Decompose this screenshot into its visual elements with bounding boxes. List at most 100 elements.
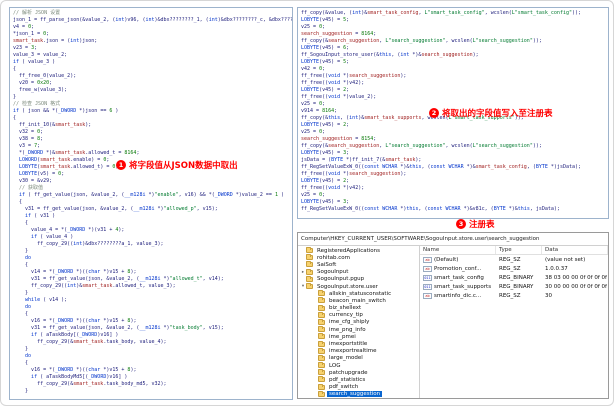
- code-line: ff_RegSetValueExW_0((const WCHAR *)this,…: [301, 206, 560, 212]
- registry-editor-window: Computer\HKEY_CURRENT_USER\SOFTWARE\Sogo…: [297, 232, 609, 399]
- registry-value-row[interactable]: ab Promotion_conf... REG_SZ 1.0.0.37: [420, 264, 608, 273]
- code-line: ff_init_10(&smart_task);: [13, 122, 92, 128]
- registry-key-label: LOG: [329, 362, 341, 369]
- code-line: }: [13, 346, 29, 352]
- folder-icon: [318, 304, 325, 311]
- registry-tree-item[interactable]: SaiSoft: [298, 261, 419, 268]
- code-line: v14 = *(_DWORD *)((char *)v15 + 8);: [13, 269, 137, 275]
- value-name: smart_task_config: [434, 274, 484, 281]
- annotation-3-text: 注册表: [469, 220, 495, 230]
- registry-tree-item[interactable]: ime_png_info: [298, 326, 419, 333]
- code-line: ff_copy_29((int)&smart_task.allowed_t, v…: [13, 283, 176, 289]
- registry-tree-item[interactable]: ▾ SogouInput.store.user: [298, 283, 419, 290]
- code-line: LOBYTE(v45) = 5;: [301, 59, 350, 65]
- code-line: jsData = (BYTE *)ff_init_7(&smart_task);: [301, 157, 422, 163]
- registry-tree-item[interactable]: allskin_statusconstatic: [298, 290, 419, 297]
- code-line: // 获取值: [13, 185, 44, 191]
- folder-icon: [318, 390, 325, 397]
- code-line: if ( value_3 ): [13, 59, 56, 65]
- folder-icon: [306, 268, 313, 275]
- registry-values-pane: Name Type Data ab (Default) REG_SZ (value n…: [420, 246, 608, 398]
- code-line: v31 = ff_get_value(json, &value_2, (__m1…: [13, 276, 224, 282]
- column-header-type[interactable]: Type: [496, 246, 542, 254]
- code-line: ff_copy_29(&smart_task.task_body, value_…: [13, 339, 167, 345]
- code-line: v31 = ff_get_value(json, &value_2, (__m1…: [13, 206, 218, 212]
- code-line: }: [13, 94, 17, 100]
- registry-tree-item[interactable]: RegisteredApplications: [298, 247, 419, 254]
- reg-binary-icon: 011: [423, 283, 432, 290]
- registry-tree-item[interactable]: search_suggestion: [298, 390, 419, 398]
- annotation-3-number-icon: 3: [456, 219, 466, 229]
- annotation-1-number-icon: 1: [116, 160, 126, 170]
- code-line: {: [13, 199, 23, 205]
- registry-key-label: ime_cfg_shiply: [329, 319, 370, 326]
- registry-value-row[interactable]: 011 smart_task_config REG_BINARY 38 03 00 0…: [420, 273, 608, 282]
- registry-tree-item[interactable]: imexportrealtime: [298, 347, 419, 355]
- code-line: ff_copy_29(&smart_task.task_body_md5, v3…: [13, 381, 167, 387]
- registry-tree-item[interactable]: pdf_statistics: [298, 376, 419, 383]
- annotation-registry-label: 3 注册表: [456, 218, 495, 230]
- registry-key-label: large_model: [329, 355, 363, 362]
- code-line: search_suggestion = 8164;: [301, 31, 377, 37]
- code-line: v16 = *(_DWORD *)((char *)v15 + 8);: [13, 318, 137, 324]
- code-line: LOBYTE(v45) = 2;: [301, 87, 350, 93]
- registry-key-label: imexportstitle: [329, 341, 368, 348]
- registry-tree-item[interactable]: LOG: [298, 362, 419, 369]
- code-line: {: [13, 262, 29, 268]
- registry-tree-item[interactable]: patchupgrade: [298, 369, 419, 376]
- registry-value-row[interactable]: 011 smart_task_supports REG_BINARY 30 00 00…: [420, 282, 608, 291]
- code-line: v38 = 8;: [13, 136, 44, 142]
- value-name: (Default): [434, 256, 459, 263]
- registry-tree-item[interactable]: beacon_main_switch: [298, 297, 419, 304]
- registry-key-label: imexportrealtime: [329, 348, 377, 355]
- code-line: if ( value_4 ): [13, 234, 74, 240]
- code-line: {: [13, 220, 29, 226]
- column-header-name[interactable]: Name: [420, 246, 496, 254]
- code-line: LOBYTE(v45) = 2;: [301, 122, 350, 128]
- registry-tree-item[interactable]: ▸ SogouInput: [298, 268, 419, 276]
- folder-icon: [318, 297, 325, 304]
- registry-address-bar[interactable]: Computer\HKEY_CURRENT_USER\SOFTWARE\Sogo…: [298, 233, 608, 246]
- folder-icon: [318, 376, 325, 383]
- code-line: LOBYTE(v45) = 2;: [301, 178, 350, 184]
- code-line: LOBYTE(v45) = 3;: [301, 150, 350, 156]
- registry-column-headers: Name Type Data: [420, 246, 608, 255]
- code-line: v23 = 3;: [13, 45, 38, 51]
- registry-tree-item[interactable]: rohitab.com: [298, 254, 419, 261]
- registry-tree-item[interactable]: pdf_switch: [298, 383, 419, 391]
- folder-icon: [318, 354, 325, 361]
- code-line: v3 = 7;: [13, 143, 41, 149]
- value-name: smart_task_supports: [434, 283, 492, 290]
- reg-sz-icon: ab: [423, 265, 432, 272]
- folder-icon: [306, 283, 313, 290]
- registry-tree-item[interactable]: ime_pmei: [298, 333, 419, 340]
- registry-key-label: patchupgrade: [329, 369, 368, 376]
- registry-tree-item[interactable]: imexportstitle: [298, 340, 419, 347]
- code-line: v25 = 0;: [301, 192, 326, 198]
- annotated-analysis-figure: // 解析 JSON 设置 json_1 = ff_parse_json(&val…: [0, 0, 614, 406]
- column-header-data[interactable]: Data: [542, 246, 608, 254]
- value-type: REG_SZ: [499, 256, 521, 263]
- registry-value-row[interactable]: ab smartinfo_dic.c... REG_SZ 30: [420, 291, 608, 300]
- folder-icon: [306, 261, 313, 268]
- registry-tree-item[interactable]: large_model: [298, 354, 419, 362]
- registry-tree-item[interactable]: SogouInput.pgup: [298, 275, 419, 283]
- registry-tree-item[interactable]: ime_cfg_shiply: [298, 318, 419, 326]
- reg-sz-icon: ab: [423, 292, 432, 299]
- code-line: ff_SogouInput_store_user(&this, (int *)&…: [301, 52, 479, 58]
- code-line: }: [13, 388, 29, 394]
- code-line: do: [13, 255, 32, 261]
- annotation-write-to-registry: 2 将取出的字段值写入至注册表: [429, 107, 553, 119]
- registry-tree-item[interactable]: currency_tip: [298, 311, 419, 319]
- folder-icon: [306, 254, 313, 261]
- code-line: value_3 = value_2;: [13, 52, 68, 58]
- value-data: 30 00 00 00 0f 0f 0f 0f 0f 0f 0f 0f 0f 0…: [545, 283, 608, 290]
- folder-icon: [318, 326, 325, 333]
- code-line: if ( ff_get_value(json, &value_2, (__m12…: [13, 192, 284, 198]
- registry-key-label: allskin_statusconstatic: [329, 290, 392, 297]
- code-line: {: [13, 115, 17, 121]
- registry-tree-item[interactable]: biz_shellext: [298, 304, 419, 312]
- registry-value-row[interactable]: ab (Default) REG_SZ (value not set): [420, 255, 608, 264]
- registry-key-label: pdf_switch: [329, 384, 359, 391]
- code-line: ff_copy(&search_suggestion, L"search_sug…: [301, 38, 542, 44]
